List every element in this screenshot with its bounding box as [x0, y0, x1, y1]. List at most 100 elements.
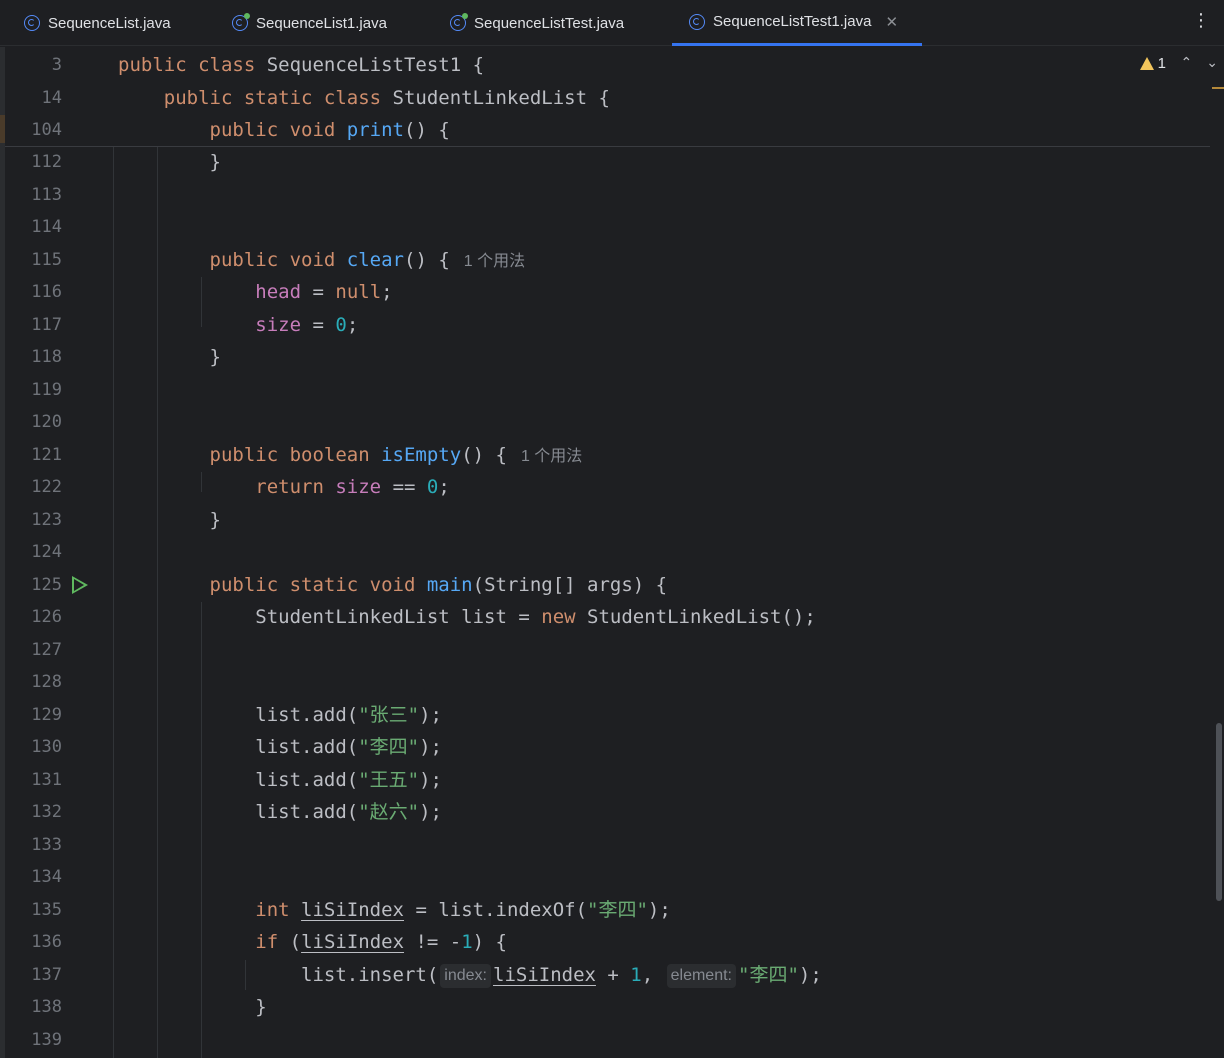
- line-number: 115: [31, 250, 62, 270]
- code-text: public static class StudentLinkedList {: [163, 87, 610, 109]
- string-literal: "王五": [358, 769, 420, 791]
- code-line[interactable]: 131 list.add("王五");: [0, 764, 1210, 796]
- line-number: 122: [31, 477, 62, 497]
- line-number: 120: [31, 412, 62, 432]
- code-text: }: [118, 996, 267, 1018]
- more-options-icon[interactable]: ⋮: [1192, 10, 1210, 31]
- line-number: 117: [31, 315, 62, 335]
- string-literal: "赵六": [358, 801, 420, 823]
- code-line[interactable]: 121 public boolean isEmpty() {1 个用法: [0, 439, 1210, 471]
- code-text: if (liSiIndex != -1) {: [255, 931, 507, 953]
- string-literal: "李四": [358, 736, 420, 758]
- code-text: public void clear() {1 个用法: [209, 249, 526, 271]
- code-text: list.insert(index: liSiIndex + 1, element…: [118, 964, 822, 988]
- parameter-hint-index: index:: [440, 964, 491, 988]
- line-number: 121: [31, 445, 62, 465]
- string-literal: "张三": [358, 704, 420, 726]
- code-line[interactable]: 126 StudentLinkedList list = new Student…: [0, 601, 1210, 633]
- code-editor[interactable]: 3 public class SequenceListTest1 { 14 pu…: [0, 47, 1224, 1058]
- code-text: }: [118, 151, 221, 173]
- line-number: 114: [31, 217, 62, 237]
- code-line[interactable]: 127: [0, 634, 1210, 666]
- code-text: list.add("王五");: [118, 769, 442, 791]
- editor-tab-bar: SequenceList.java SequenceList1.java Seq…: [0, 0, 1224, 46]
- tab-sequencelisttest[interactable]: SequenceListTest.java: [450, 0, 624, 46]
- code-line[interactable]: 138 }: [0, 991, 1210, 1023]
- java-test-class-icon: [232, 13, 250, 31]
- java-class-icon: [24, 15, 40, 31]
- code-text: StudentLinkedList list = new StudentLink…: [118, 606, 816, 628]
- line-number: 3: [51, 55, 62, 75]
- close-icon[interactable]: ✕: [885, 13, 898, 31]
- code-line[interactable]: 118 }: [0, 341, 1210, 373]
- code-line[interactable]: 122 return size == 0;: [0, 471, 1210, 503]
- run-gutter-icon[interactable]: [72, 576, 88, 594]
- line-number: 113: [31, 185, 62, 205]
- line-number: 119: [31, 380, 62, 400]
- code-text: size = 0;: [255, 314, 359, 336]
- line-number: 138: [31, 997, 62, 1017]
- java-class-icon: [689, 13, 705, 30]
- code-line[interactable]: 112 }: [0, 146, 1210, 178]
- line-number: 127: [31, 640, 62, 660]
- tab-label: SequenceListTest.java: [474, 14, 625, 32]
- warning-icon: [1139, 57, 1154, 70]
- sticky-line[interactable]: 14 public static class StudentLinkedList…: [0, 82, 1210, 114]
- code-line[interactable]: 130 list.add("李四");: [0, 731, 1210, 763]
- code-line[interactable]: 133: [0, 829, 1210, 861]
- line-number: 14: [41, 88, 62, 108]
- vertical-scrollbar[interactable]: [1212, 47, 1224, 1058]
- chevron-up-icon[interactable]: ⌃: [1181, 55, 1193, 71]
- code-text: list.add("赵六");: [118, 801, 442, 823]
- line-number: 136: [31, 932, 62, 952]
- line-number: 126: [31, 607, 62, 627]
- line-number: 135: [31, 900, 62, 920]
- code-line[interactable]: 137 list.insert(index: liSiIndex + 1, ele…: [0, 959, 1210, 991]
- code-line[interactable]: 124: [0, 536, 1210, 568]
- line-number: 124: [31, 542, 62, 562]
- code-text: list.add("张三");: [118, 704, 442, 726]
- code-line[interactable]: 135 int liSiIndex = list.indexOf("李四");: [0, 894, 1210, 926]
- code-line[interactable]: 120: [0, 406, 1210, 438]
- code-text: public boolean isEmpty() {1 个用法: [209, 444, 583, 466]
- usage-hint[interactable]: 1 个用法: [521, 448, 582, 465]
- code-line[interactable]: 116 head = null;: [0, 276, 1210, 308]
- code-line[interactable]: 132 list.add("赵六");: [0, 796, 1210, 828]
- code-line[interactable]: 129 list.add("张三");: [0, 699, 1210, 731]
- code-text: }: [118, 509, 221, 531]
- line-number: 139: [31, 1030, 62, 1050]
- sticky-line[interactable]: 104 public void print() {: [0, 114, 1210, 146]
- code-line[interactable]: 114: [0, 211, 1210, 243]
- code-line[interactable]: 123 }: [0, 504, 1210, 536]
- code-line[interactable]: 115 public void clear() {1 个用法: [0, 244, 1210, 276]
- scrollbar-thumb[interactable]: [1216, 723, 1222, 901]
- tab-sequencelist[interactable]: SequenceList.java: [24, 0, 171, 46]
- tab-sequencelist1[interactable]: SequenceList1.java: [232, 0, 387, 46]
- code-text: }: [118, 346, 221, 368]
- warning-indicator[interactable]: 1: [1139, 55, 1166, 72]
- warning-scroll-marker[interactable]: [1212, 87, 1224, 89]
- tab-label: SequenceListTest1.java: [713, 13, 872, 30]
- code-text: head = null;: [255, 281, 393, 303]
- line-number: 131: [31, 770, 62, 790]
- code-line[interactable]: 113: [0, 179, 1210, 211]
- code-line[interactable]: 134: [0, 861, 1210, 893]
- line-number: 112: [31, 152, 62, 172]
- code-line[interactable]: 139: [0, 1024, 1210, 1056]
- warning-count: 1: [1157, 55, 1166, 72]
- sticky-line[interactable]: 3 public class SequenceListTest1 {: [0, 49, 1210, 81]
- parameter-hint-element: element:: [666, 964, 736, 988]
- code-line[interactable]: 136 if (liSiIndex != -1) {: [0, 926, 1210, 958]
- line-number: 116: [31, 282, 62, 302]
- usage-hint[interactable]: 1 个用法: [464, 253, 525, 270]
- line-number: 129: [31, 705, 62, 725]
- tab-sequencelisttest1[interactable]: SequenceListTest1.java ✕: [672, 0, 922, 46]
- code-line[interactable]: 119: [0, 374, 1210, 406]
- tab-label: SequenceList.java: [48, 14, 171, 32]
- code-text: public static void main(String[] args) {: [209, 574, 668, 596]
- code-line[interactable]: 125 public static void main(String[] arg…: [0, 569, 1210, 601]
- code-line[interactable]: 128: [0, 666, 1210, 698]
- code-line[interactable]: 117 size = 0;: [0, 309, 1210, 341]
- code-text: public void print() {: [209, 119, 450, 141]
- code-text: int liSiIndex = list.indexOf("李四");: [255, 899, 671, 921]
